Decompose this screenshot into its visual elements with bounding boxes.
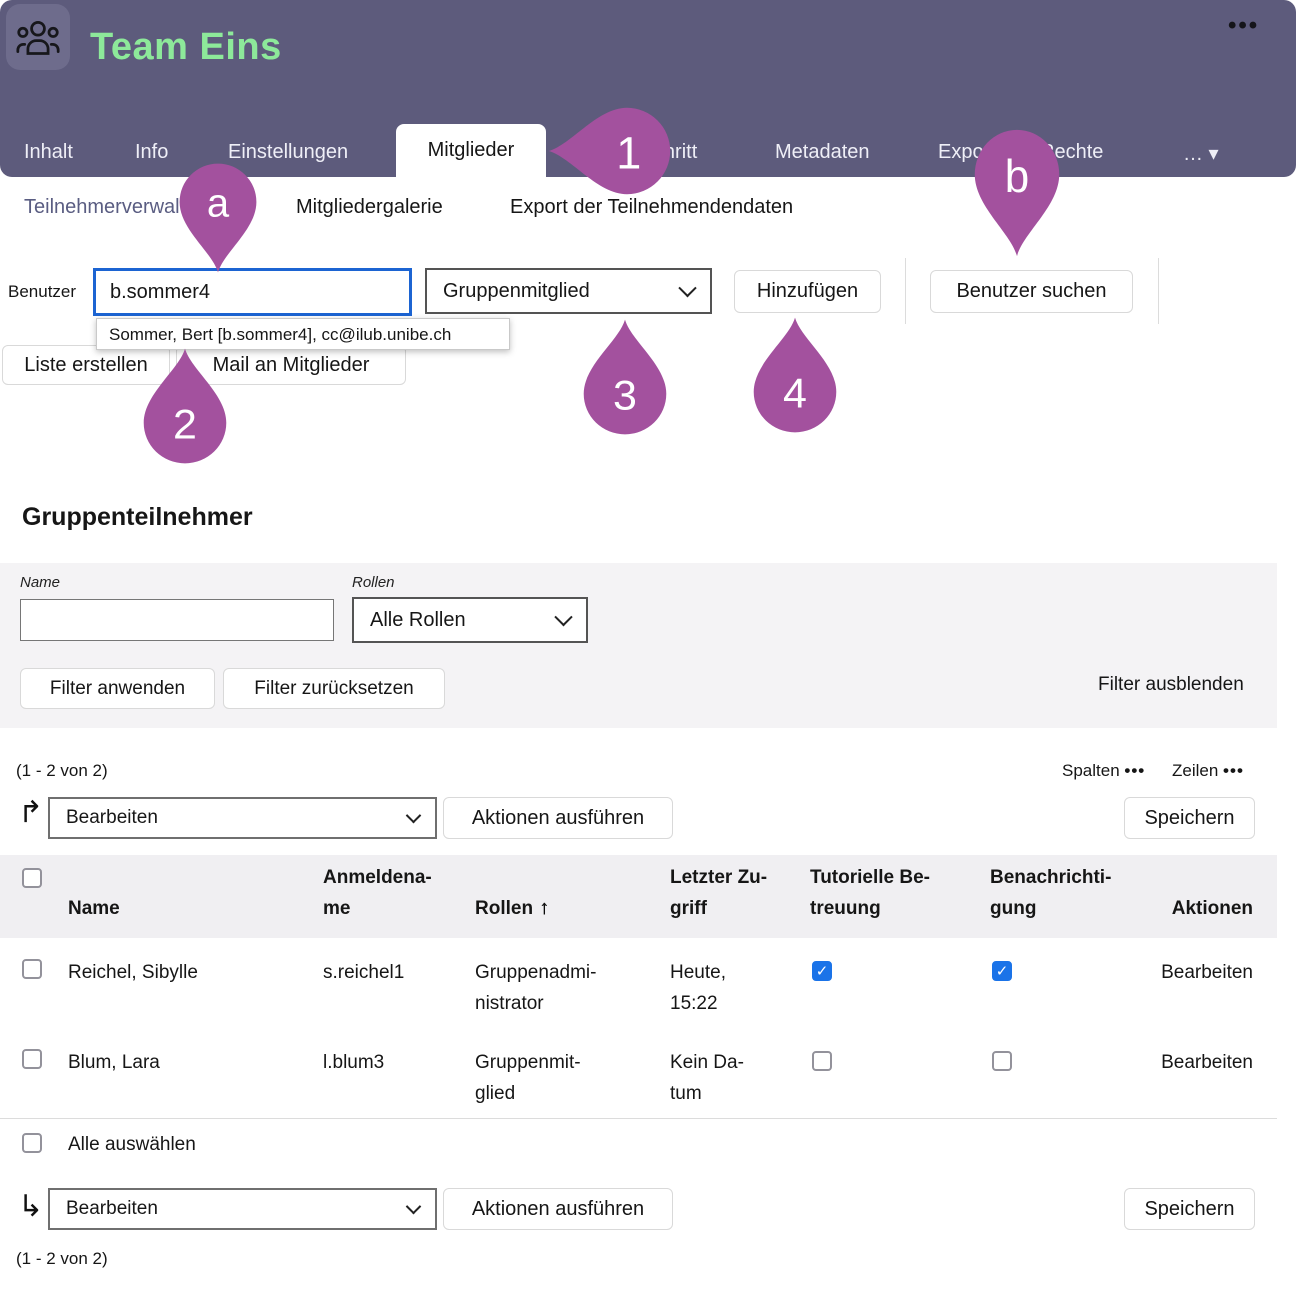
chevron-down-icon <box>554 608 572 626</box>
benutzer-suchen-button[interactable]: Benutzer suchen <box>930 270 1133 313</box>
bulk-action-value-bottom: Bearbeiten <box>66 1198 158 1220</box>
row-edit-link[interactable]: Bearbeiten <box>1161 1047 1253 1078</box>
subtab-mitgliedergalerie[interactable]: Mitgliedergalerie <box>296 196 443 219</box>
bulk-action-value-top: Bearbeiten <box>66 807 158 829</box>
user-search-input[interactable] <box>93 268 412 316</box>
filter-roles-select[interactable]: Alle Rollen <box>352 597 588 643</box>
svg-text:3: 3 <box>613 372 637 420</box>
filter-apply-button[interactable]: Filter anwenden <box>20 668 215 709</box>
chevron-down-icon <box>678 279 696 297</box>
tab-metadaten[interactable]: Metadaten <box>775 141 870 164</box>
col-name[interactable]: Name <box>68 893 120 924</box>
rows-menu-dots-icon: ••• <box>1223 761 1244 780</box>
filter-hide-link[interactable]: Filter ausblenden <box>1098 674 1244 696</box>
role-select-value: Gruppenmitglied <box>443 280 590 303</box>
col-benachrichtigung[interactable]: Benachrichti- gung <box>990 862 1111 924</box>
cell-name: Reichel, Sibylle <box>68 957 198 988</box>
col-rollen[interactable]: Rollen↑ <box>475 893 549 924</box>
hinzufuegen-button[interactable]: Hinzufügen <box>734 270 881 313</box>
group-object-tile <box>6 4 70 70</box>
sort-asc-icon: ↑ <box>539 897 549 919</box>
svg-text:4: 4 <box>783 370 807 418</box>
header-overflow-icon[interactable]: ••• <box>1228 12 1259 40</box>
col-letzter-zugriff[interactable]: Letzter Zu- griff <box>670 862 767 924</box>
annotation-marker-4: 4 <box>752 316 838 434</box>
col-anmeldename[interactable]: Anmeldena- me <box>323 862 432 924</box>
notification-checkbox[interactable] <box>992 1051 1012 1071</box>
filter-roles-label: Rollen <box>352 574 395 591</box>
columns-menu-dots-icon: ••• <box>1124 761 1145 780</box>
bulk-action-select-bottom[interactable]: Bearbeiten <box>48 1188 437 1230</box>
apply-to-selection-top-icon: ↱ <box>18 798 43 828</box>
col-aktionen: Aktionen <box>1172 893 1253 924</box>
svg-text:2: 2 <box>173 401 197 449</box>
tab-inhalt[interactable]: Inhalt <box>24 141 73 164</box>
autocomplete-suggestion[interactable]: Sommer, Bert [b.sommer4], cc@ilub.unibe.… <box>96 318 510 350</box>
tab-rechte[interactable]: Rechte <box>1040 141 1103 164</box>
tab-einstellungen[interactable]: Einstellungen <box>228 141 348 164</box>
filter-reset-button[interactable]: Filter zurücksetzen <box>223 668 445 709</box>
bulk-apply-button-bottom[interactable]: Aktionen ausführen <box>443 1188 673 1230</box>
rows-menu-label: Zeilen <box>1172 761 1218 780</box>
cell-login: s.reichel1 <box>323 957 404 988</box>
select-all-label: Alle auswählen <box>68 1134 196 1156</box>
row-checkbox[interactable] <box>22 959 42 979</box>
annotation-marker-3: 3 <box>582 318 668 436</box>
table-header-row: Name Anmeldena- me Rollen↑ Letzter Zu- g… <box>0 855 1277 938</box>
benutzer-label: Benutzer <box>8 282 76 302</box>
filter-name-input[interactable] <box>20 599 334 641</box>
apply-to-selection-bottom-icon: ↳ <box>18 1192 43 1222</box>
group-people-icon <box>16 18 60 56</box>
chevron-down-icon <box>406 1199 422 1215</box>
cell-roles: Gruppenmit- glied <box>475 1047 581 1109</box>
range-indicator-bottom: (1 - 2 von 2) <box>16 1249 108 1269</box>
columns-menu[interactable]: Spalten ••• <box>1062 761 1145 781</box>
tab-lernfortschritt[interactable]: Lernfortschritt <box>575 141 697 164</box>
toolbar-divider <box>905 258 906 324</box>
filter-name-label: Name <box>20 574 60 591</box>
subtab-export-teilnehmendendaten[interactable]: Export der Teilnehmendendaten <box>510 196 793 219</box>
notification-checkbox[interactable]: ✓ <box>992 961 1012 981</box>
save-button-bottom[interactable]: Speichern <box>1124 1188 1255 1230</box>
save-button-top[interactable]: Speichern <box>1124 797 1255 839</box>
cell-last-access: Heute, 15:22 <box>670 957 726 1019</box>
liste-erstellen-button[interactable]: Liste erstellen <box>2 345 170 385</box>
cell-roles: Gruppenadmi- nistrator <box>475 957 596 1019</box>
cell-login: l.blum3 <box>323 1047 384 1078</box>
cell-last-access: Kein Da- tum <box>670 1047 744 1109</box>
subtab-teilnehmerverwaltung[interactable]: Teilnehmerverwaltung <box>24 196 219 219</box>
mail-an-mitglieder-button[interactable]: Mail an Mitglieder <box>176 345 406 385</box>
col-tutorielle-betreuung[interactable]: Tutorielle Be- treuung <box>810 862 930 924</box>
toolbar-divider <box>1158 258 1159 324</box>
tab-overflow[interactable]: … ▾ <box>1183 141 1219 166</box>
row-edit-link[interactable]: Bearbeiten <box>1161 957 1253 988</box>
select-all-header-checkbox[interactable] <box>22 868 42 888</box>
select-all-checkbox[interactable] <box>22 1133 42 1153</box>
section-heading: Gruppenteilnehmer <box>22 503 253 532</box>
bulk-action-select-top[interactable]: Bearbeiten <box>48 797 437 839</box>
filter-roles-value: Alle Rollen <box>370 609 466 632</box>
row-checkbox[interactable] <box>22 1049 42 1069</box>
role-select[interactable]: Gruppenmitglied <box>425 268 712 314</box>
tutoring-checkbox[interactable] <box>812 1051 832 1071</box>
tab-export[interactable]: Export <box>938 141 996 164</box>
table-row: Blum, Lara l.blum3 Gruppenmit- glied Kei… <box>0 1028 1277 1119</box>
table-row: Reichel, Sibylle s.reichel1 Gruppenadmi-… <box>0 938 1277 1029</box>
tab-info[interactable]: Info <box>135 141 168 164</box>
tab-mitglieder[interactable]: Mitglieder <box>396 124 546 177</box>
range-indicator-top: (1 - 2 von 2) <box>16 761 108 781</box>
bulk-apply-button-top[interactable]: Aktionen ausführen <box>443 797 673 839</box>
cell-name: Blum, Lara <box>68 1047 160 1078</box>
page-title: Team Eins <box>90 26 282 69</box>
columns-menu-label: Spalten <box>1062 761 1120 780</box>
rows-menu[interactable]: Zeilen ••• <box>1172 761 1244 781</box>
tutoring-checkbox[interactable]: ✓ <box>812 961 832 981</box>
chevron-down-icon <box>406 808 422 824</box>
